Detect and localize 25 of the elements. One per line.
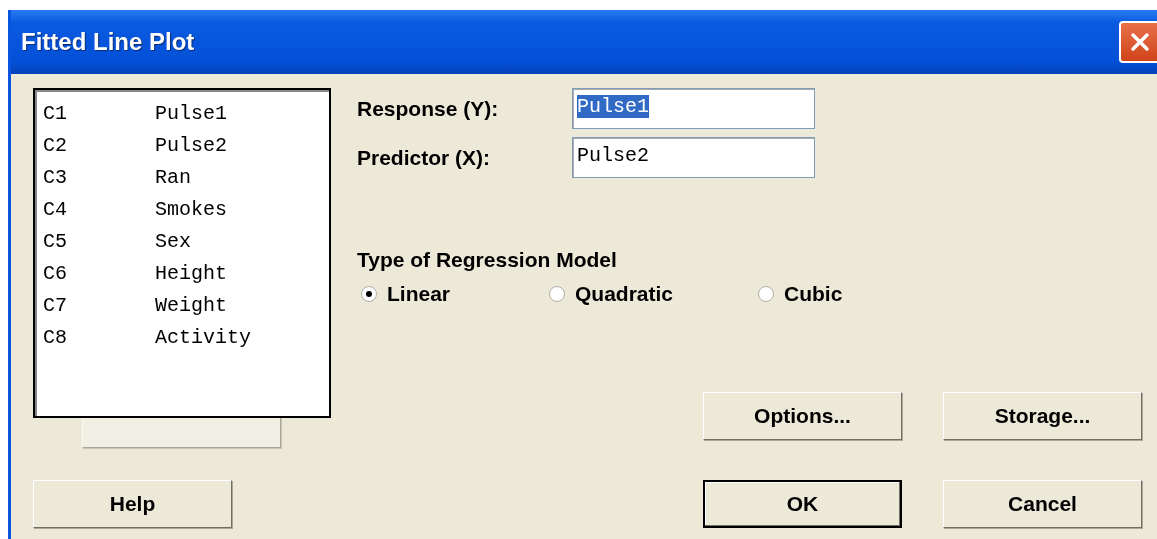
list-item[interactable]: C2 Pulse2 — [43, 130, 329, 162]
close-button[interactable] — [1119, 21, 1157, 63]
window-title: Fitted Line Plot — [21, 28, 195, 56]
list-item[interactable]: C1 Pulse1 — [43, 98, 329, 130]
field-label: Response (Y): — [357, 96, 500, 121]
list-item[interactable]: C6 Height — [43, 258, 329, 290]
list-item[interactable]: C7 Weight — [43, 290, 329, 322]
cancel-button[interactable]: Cancel — [943, 480, 1142, 528]
list-item[interactable]: C3 Ran — [43, 162, 329, 194]
help-button[interactable]: Help — [33, 480, 232, 528]
ok-button[interactable]: OK — [703, 480, 902, 528]
list-item[interactable]: C8 Activity — [43, 322, 329, 354]
variable-list[interactable]: C1 Pulse1 C2 Pulse2 C3 Ran C4 Smokes C5 Sex C6 Height C7 Weight C8 Activity — [33, 88, 331, 418]
list-item[interactable]: C4 Smokes — [43, 194, 329, 226]
radio-option[interactable]: Quadratic — [545, 282, 754, 306]
close-icon — [1129, 31, 1151, 53]
radio-option[interactable]: Cubic — [754, 282, 843, 306]
options-button[interactable]: Options... — [703, 392, 902, 440]
field-label: Predictor (X): — [357, 145, 491, 170]
group-label: Type of Regression Model — [357, 248, 618, 272]
radio-option[interactable]: Linear — [357, 282, 545, 306]
list-item[interactable]: C5 Sex — [43, 226, 329, 258]
input-field[interactable]: Pulse1 — [572, 88, 815, 129]
storage-button[interactable]: Storage... — [943, 392, 1142, 440]
input-field[interactable]: Pulse2 — [572, 137, 815, 178]
